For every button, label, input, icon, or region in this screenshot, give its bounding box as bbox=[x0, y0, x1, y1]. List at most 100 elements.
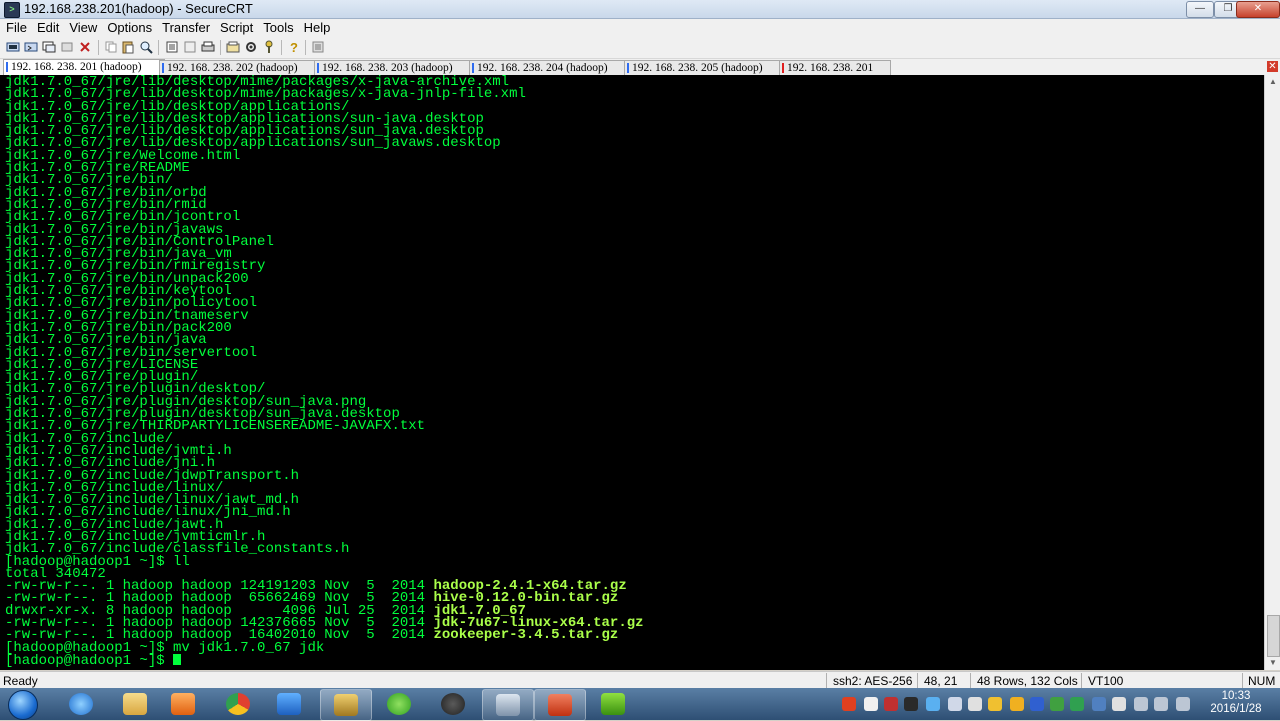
securecrt-taskbar-icon bbox=[496, 694, 520, 716]
taskbar-internet-explorer[interactable] bbox=[56, 689, 106, 719]
tray-windows-icon[interactable] bbox=[948, 697, 962, 711]
bluetooth-icon[interactable] bbox=[1030, 697, 1044, 711]
keymap-icon[interactable] bbox=[262, 40, 276, 54]
tab-status-indicator bbox=[782, 63, 784, 73]
toolbar-separator bbox=[158, 40, 159, 55]
tab-session-203[interactable]: 192. 168. 238. 203 (hadoop) bbox=[314, 60, 474, 75]
print-icon[interactable] bbox=[201, 40, 215, 54]
disconnect-icon[interactable] bbox=[78, 40, 92, 54]
taskbar-file-explorer[interactable] bbox=[110, 689, 160, 719]
tab-session-202[interactable]: 192. 168. 238. 202 (hadoop) bbox=[159, 60, 319, 75]
menu-edit[interactable]: Edit bbox=[32, 19, 64, 36]
taskbar-e-app[interactable] bbox=[428, 689, 478, 719]
taskbar-chrome[interactable] bbox=[213, 689, 263, 719]
terminal-screen[interactable]: jdk1.7.0_67/jre/lib/desktop/mime/package… bbox=[0, 75, 1264, 670]
close-button[interactable]: ✕ bbox=[1236, 1, 1280, 18]
session-options-icon[interactable] bbox=[226, 40, 240, 54]
status-bar: Ready ssh2: AES-256 48, 21 48 Rows, 132 … bbox=[0, 671, 1280, 689]
tray-app-icon[interactable] bbox=[864, 697, 878, 711]
volume-icon[interactable] bbox=[1154, 697, 1168, 711]
signal-icon[interactable] bbox=[1176, 697, 1190, 711]
shell-prompt: [hadoop@hadoop1 ~]$ bbox=[5, 652, 174, 669]
menu-bar: File Edit View Options Transfer Script Tools He… bbox=[0, 19, 1280, 37]
taskbar-clock[interactable]: 10:33 2016/1/28 bbox=[1200, 690, 1272, 716]
tab-label: 192. 168. 238. 201 (hadoop) bbox=[11, 61, 142, 73]
tray-flag-icon[interactable] bbox=[1112, 697, 1126, 711]
menu-options[interactable]: Options bbox=[102, 19, 157, 36]
tray-doc-icon[interactable] bbox=[968, 697, 982, 711]
taskbar-green-app[interactable] bbox=[588, 689, 638, 719]
status-terminal-size: 48 Rows, 132 Cols bbox=[977, 674, 1078, 688]
prompt-line[interactable]: [hadoop@hadoop1 ~]$ bbox=[5, 652, 644, 669]
paste-icon[interactable] bbox=[121, 40, 135, 54]
close-tab-icon[interactable]: ✕ bbox=[1267, 61, 1278, 72]
tab-label: 192. 168. 238. 201 bbox=[787, 62, 874, 74]
tray-cloud-icon[interactable] bbox=[926, 697, 940, 711]
lock-app-icon bbox=[334, 694, 358, 716]
network-icon[interactable] bbox=[1134, 697, 1148, 711]
toolbar: ? bbox=[0, 37, 1280, 59]
tab-label: 192. 168. 238. 203 (hadoop) bbox=[322, 62, 453, 74]
tray-display-icon[interactable] bbox=[1092, 697, 1106, 711]
tab-status-indicator bbox=[627, 63, 629, 73]
green-leaf-icon bbox=[601, 693, 625, 715]
tab-session-204[interactable]: 192. 168. 238. 204 (hadoop) bbox=[469, 60, 629, 75]
scroll-up-arrow-icon[interactable]: ▲ bbox=[1265, 75, 1280, 89]
status-cipher: ssh2: AES-256 bbox=[833, 674, 913, 688]
toolbar-separator bbox=[281, 40, 282, 55]
help-icon[interactable]: ? bbox=[287, 40, 301, 54]
tab-session-201[interactable]: 192. 168. 238. 201 (hadoop) bbox=[3, 59, 165, 76]
taskbar-media-player[interactable] bbox=[158, 689, 208, 719]
blue-app-icon bbox=[277, 693, 301, 715]
qq-icon[interactable] bbox=[1010, 697, 1024, 711]
title-bar: > 192.168.238.201(hadoop) - SecureCRT — … bbox=[0, 0, 1280, 19]
print-selection-icon[interactable] bbox=[165, 40, 179, 54]
status-cursor-position: 48, 21 bbox=[924, 674, 958, 688]
security-shield-icon[interactable] bbox=[1070, 697, 1084, 711]
taskbar-securecrt[interactable] bbox=[482, 689, 534, 721]
tray-dark-icon[interactable] bbox=[904, 697, 918, 711]
internet-explorer-icon bbox=[69, 693, 93, 715]
menu-view[interactable]: View bbox=[64, 19, 102, 36]
global-options-icon[interactable] bbox=[244, 40, 258, 54]
menu-script[interactable]: Script bbox=[215, 19, 258, 36]
minimize-button[interactable]: — bbox=[1186, 1, 1214, 18]
menu-transfer[interactable]: Transfer bbox=[157, 19, 215, 36]
copy-icon[interactable] bbox=[104, 40, 118, 54]
status-divider bbox=[1242, 673, 1243, 688]
windows-orb-icon bbox=[8, 690, 38, 720]
start-button[interactable] bbox=[4, 688, 40, 720]
taskbar-refresh-app[interactable] bbox=[374, 689, 424, 719]
securecrt-app-icon[interactable]: > bbox=[4, 2, 20, 18]
status-numlock: NUM bbox=[1248, 674, 1276, 688]
folder-icon bbox=[123, 693, 147, 715]
menu-help[interactable]: Help bbox=[299, 19, 336, 36]
input-method-icon[interactable] bbox=[842, 697, 856, 711]
tab-status-indicator bbox=[317, 63, 319, 73]
tray-plus-icon[interactable] bbox=[1050, 697, 1064, 711]
tab-status-indicator bbox=[162, 63, 164, 73]
scroll-down-arrow-icon[interactable]: ▼ bbox=[1265, 656, 1280, 670]
tray-red-icon[interactable] bbox=[884, 697, 898, 711]
sftp-icon[interactable] bbox=[311, 40, 325, 54]
quick-connect-icon[interactable] bbox=[24, 40, 38, 54]
taskbar-securecrt-lock[interactable] bbox=[320, 689, 372, 721]
connect-icon[interactable] bbox=[6, 40, 20, 54]
taskbar-powerpoint[interactable] bbox=[534, 689, 586, 721]
toolbar-separator bbox=[98, 40, 99, 55]
menu-file[interactable]: File bbox=[1, 19, 32, 36]
vertical-scrollbar[interactable]: ▲ ▼ bbox=[1264, 75, 1280, 670]
menu-tools[interactable]: Tools bbox=[258, 19, 298, 36]
taskbar-app-blue[interactable] bbox=[264, 689, 314, 719]
find-icon[interactable] bbox=[139, 40, 153, 54]
tab-session-205[interactable]: 192. 168. 238. 205 (hadoop) bbox=[624, 60, 784, 75]
scrollbar-thumb[interactable] bbox=[1267, 615, 1280, 657]
e-app-icon bbox=[441, 693, 465, 715]
tray-yellow-icon[interactable] bbox=[988, 697, 1002, 711]
clock-time: 10:33 bbox=[1221, 690, 1251, 702]
connect-tab-icon[interactable] bbox=[42, 40, 56, 54]
status-emulation: VT100 bbox=[1088, 674, 1124, 688]
print-screen-icon[interactable] bbox=[183, 40, 197, 54]
reconnect-icon[interactable] bbox=[60, 40, 74, 54]
tab-session-201-2[interactable]: 192. 168. 238. 201 bbox=[779, 60, 891, 75]
